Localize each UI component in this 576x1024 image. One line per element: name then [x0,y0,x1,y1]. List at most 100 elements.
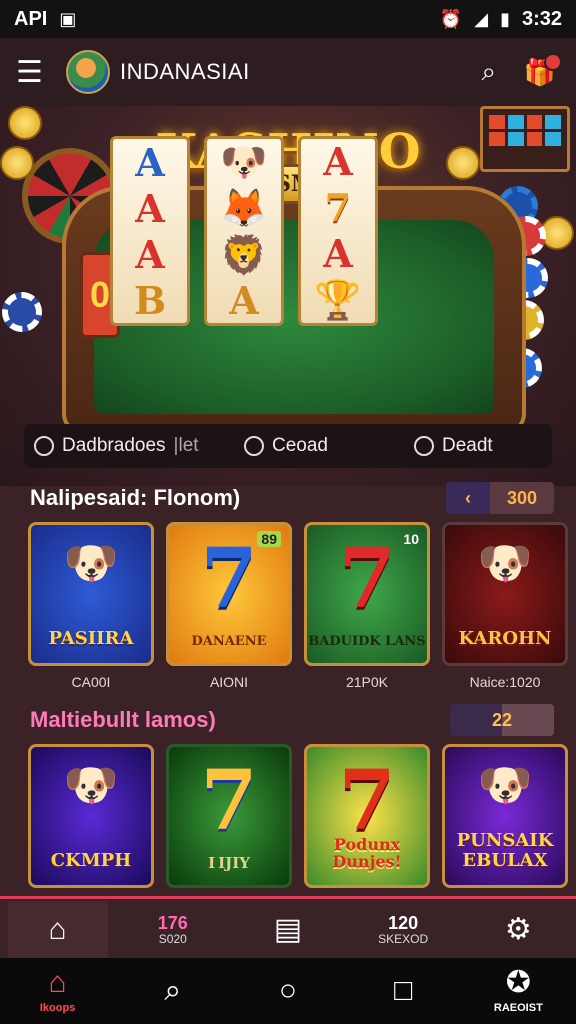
section-1-pager[interactable]: ‹ 300 [446,482,554,514]
notification-dot [544,52,562,71]
section-2-pager[interactable]: 22 [450,704,554,736]
sys-nav-home-label: Ikoops [39,1002,76,1014]
game-tile-caption: AIONI [209,674,249,690]
nav-item-2-value: 176 [157,913,188,933]
seven-icon: 7 [200,753,258,849]
reel-symbol: A [135,185,165,231]
house-icon: ⌂ [48,913,67,946]
game-tile-label: I IJIY [208,853,250,872]
radio-icon[interactable] [34,436,54,456]
section-2-pager-value: 22 [491,709,513,730]
alarm-icon: ⏰ [439,8,463,29]
sys-nav-recents[interactable]: □ [353,976,453,1006]
dog-icon: 🐶 [477,539,533,588]
option-2-label: Ceoad [272,435,328,456]
game-tile-wrap: 10 7 BADUIDK LANS 21P0K [304,522,430,692]
seven-icon: 7 [338,531,396,627]
chevron-left-icon[interactable]: ‹ [446,482,490,514]
section-2-header: Maltiebullt lamos) 22 [30,704,554,736]
battery-icon: ▮ [500,8,510,29]
sys-nav-home[interactable]: ⌂ Ikoops [8,966,108,1015]
app-logo [66,50,110,94]
lion-icon: 🦁 [220,231,268,277]
poker-chip-icon [2,292,42,332]
radio-icon[interactable] [244,436,264,456]
game-tile-label: BADUIDK LANS [308,633,426,649]
gear-icon: ⚙ [504,913,532,946]
app-bar: ☰ INDANASIAI ⌕ 🎁 [0,38,576,106]
sys-nav-right-label: RAEOIST [493,1002,543,1014]
game-tile[interactable]: 89 7 DANAENE [166,522,292,666]
section-1-row: 🐶 PASIIRA CA00I 89 7 DANAENE AIONI 10 7 … [28,522,568,692]
reel-symbol: A [135,139,165,185]
game-tile[interactable]: 🐶 PASIIRA [28,522,154,666]
game-tile-wrap: 🐶 PASIIRA CA00I [28,522,154,692]
dog-icon: 🐶 [63,539,119,588]
nav-item-5[interactable]: ⚙ [468,901,568,959]
gallery-icon: ▣ [59,8,77,29]
nav-item-4-value: 120 [388,913,419,933]
section-1-title: Nalipesaid: Flonom) [30,485,241,510]
reel-3: A 7 A 🏆 [298,136,378,326]
option-1-label: Dadbradoes [62,435,166,456]
signal-icon: ◢ [474,8,489,29]
game-tile[interactable]: 🐶 KAROHN [442,522,568,666]
status-time: 3:32 [521,7,562,30]
section-1-pager-value: 300 [506,487,538,508]
status-left-text: API [14,7,48,30]
fox-icon: 🦊 [220,185,268,231]
nav-item-3[interactable]: ▤ [238,901,338,959]
status-bar: API ▣ ⏰ ◢ ▮ 3:32 [0,0,576,38]
reel-2: 🐶 🦊 🦁 A [204,136,284,326]
home-circle-icon: ○ [278,974,298,1007]
game-tile[interactable]: 10 7 BADUIDK LANS [304,522,430,666]
game-tile-label: PASIIRA [48,628,134,650]
nav-item-4[interactable]: 120 SKEXOD [353,901,453,959]
options-bar: Dadbradoes |let Ceoad Deadt [24,424,552,468]
nav-item-2[interactable]: 176 S020 [123,901,223,959]
house-icon: ⌂ [48,966,67,999]
card-icon: ▤ [273,913,303,946]
dog-icon: 🐶 [477,761,533,810]
reel-symbol: B [133,277,167,323]
game-tile-caption: Naice:1020 [469,674,541,690]
gift-icon[interactable]: 🎁 [520,52,562,88]
section-2-title: Maltiebullt lamos) [30,707,216,732]
game-tile[interactable]: 7 I IJIY [166,744,292,888]
game-tile[interactable]: 🐶 CKMPH [28,744,154,888]
nav-item-2-sub: S020 [158,932,187,946]
game-tile-label: KAROHN [458,628,552,650]
search-icon[interactable]: ⌕ [481,56,496,88]
sys-nav-circle[interactable]: ○ [238,976,338,1006]
sys-nav-search[interactable]: ⌕ [123,976,223,1006]
game-tile-label: Podunx Dunjes! [332,834,402,872]
game-tile[interactable]: 7 Podunx Dunjes! [304,744,430,888]
option-2[interactable]: Ceoad [244,435,394,457]
slot-reels: A A A B 🐶 🦊 🦁 A A 7 A 🏆 [110,136,378,326]
dog-icon: 🐶 [220,139,268,185]
chest-icon: 🏆 [314,276,362,322]
radio-icon[interactable] [414,436,434,456]
nav-home[interactable]: ⌂ [7,901,108,959]
recents-icon: □ [394,974,413,1007]
search-icon: ⌕ [164,974,182,1007]
reel-symbol: A [323,230,353,276]
hamburger-menu-icon[interactable]: ☰ [16,55,56,90]
app-title: INDANASIAI [120,59,250,84]
game-tile[interactable]: 🐶 PUNSAIK EBULAX [442,744,568,888]
reel-symbol: A [323,139,353,185]
game-tile-caption: 21P0K [345,674,389,690]
system-nav: ⌂ Ikoops ⌕ ○ □ ✪ RAEOIST [0,958,576,1024]
bottom-nav: ⌂ 176 S020 ▤ 120 SKEXOD ⚙ [0,896,576,961]
game-tile-wrap: 🐶 KAROHN Naice:1020 [442,522,568,692]
game-tile-caption: CA00I [71,674,111,690]
section-2-row: 🐶 CKMPH 7 I IJIY 7 Podunx Dunjes! 🐶 PUNS… [28,744,568,888]
option-1[interactable]: Dadbradoes |let [34,435,224,457]
nav-item-4-sub: SKEXOD [378,932,429,946]
option-3[interactable]: Deadt [414,435,493,457]
seven-icon: 7 [200,531,258,627]
section-1-header: Nalipesaid: Flonom) ‹ 300 [30,482,554,514]
sys-nav-right[interactable]: ✪ RAEOIST [468,968,568,1015]
reel-symbol: 7 [324,185,352,231]
game-tile-wrap: 89 7 DANAENE AIONI [166,522,292,692]
